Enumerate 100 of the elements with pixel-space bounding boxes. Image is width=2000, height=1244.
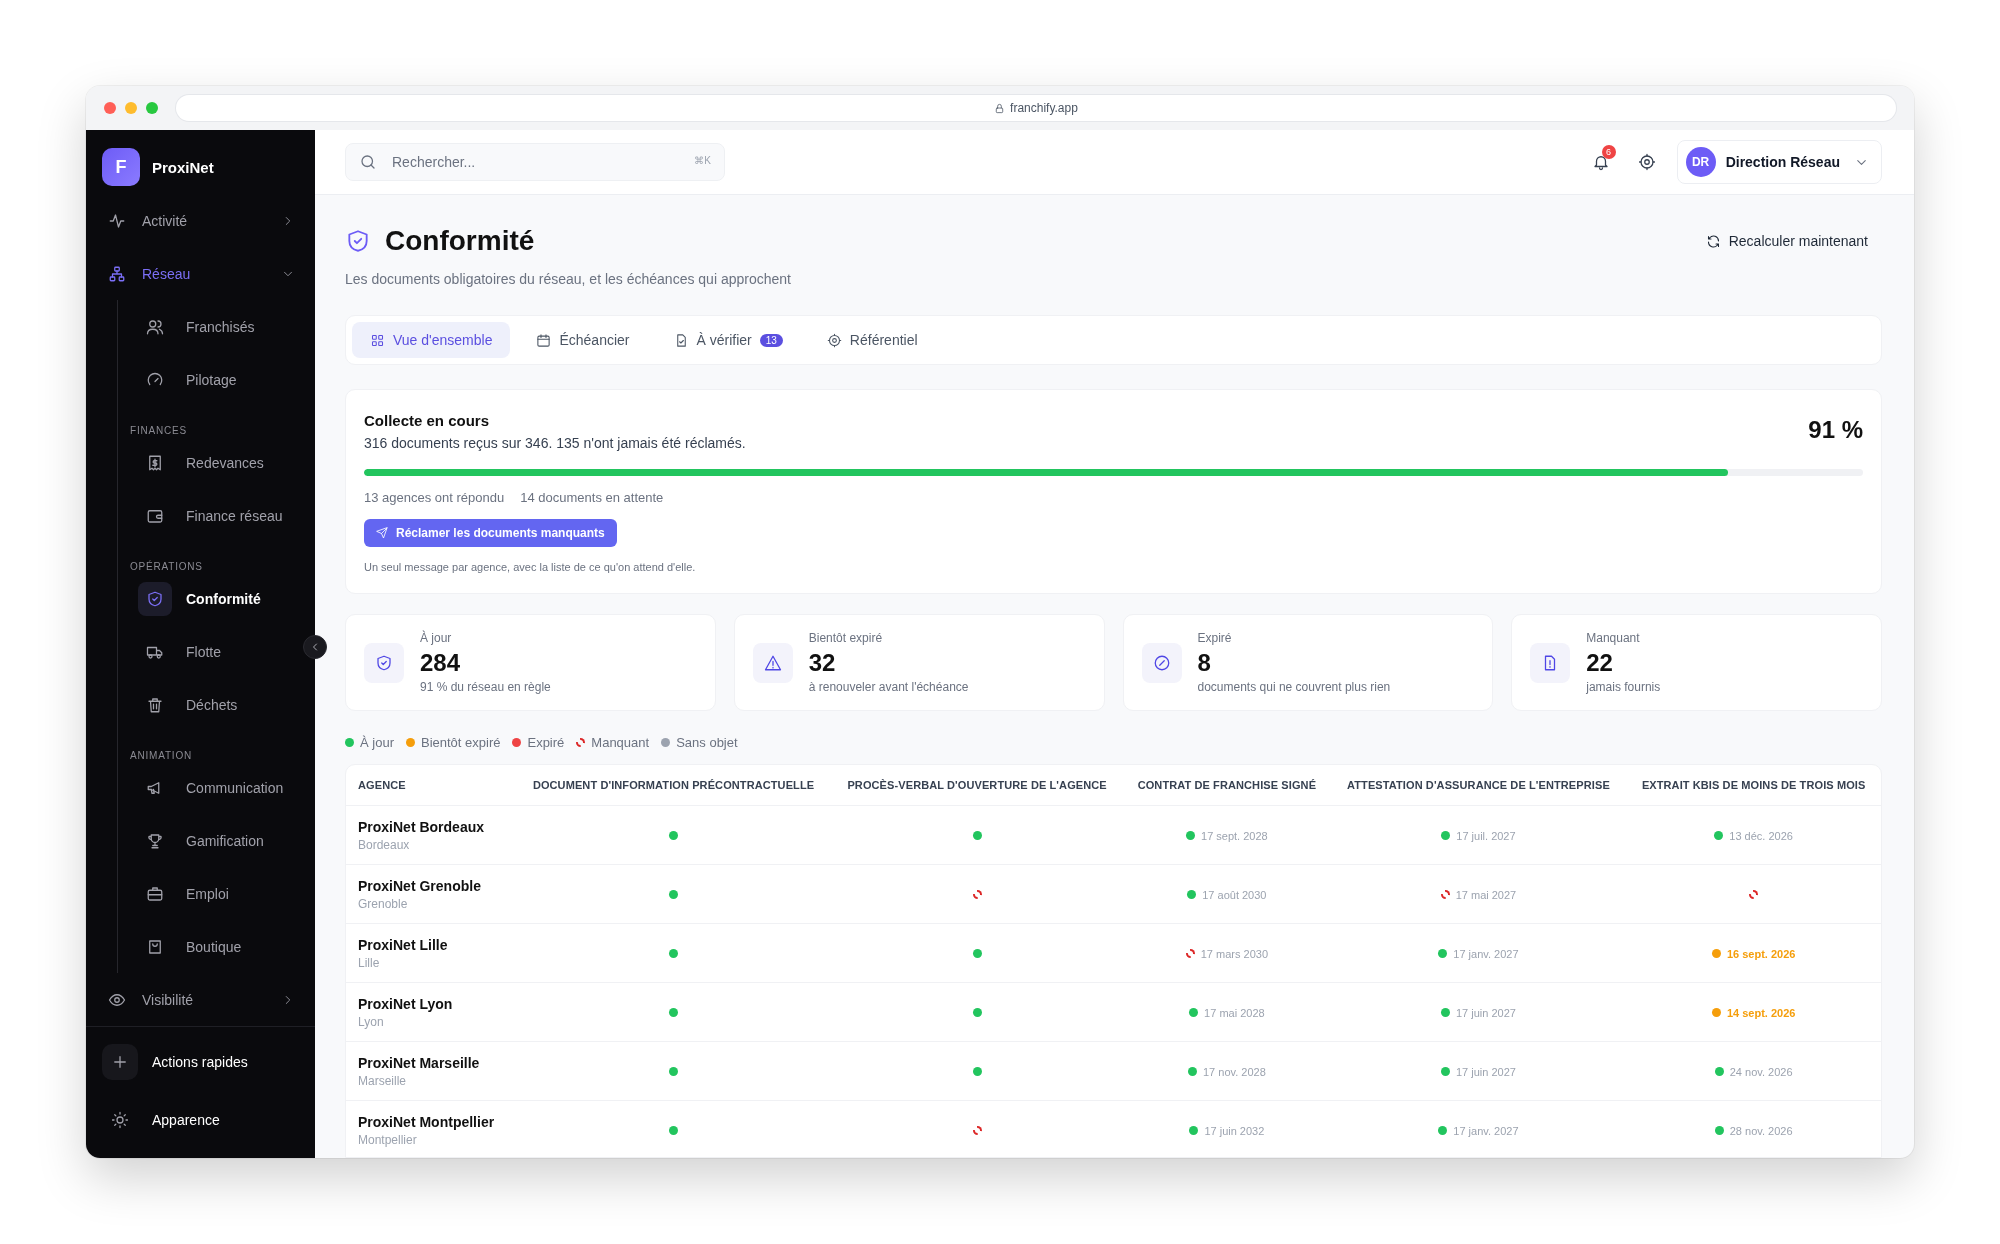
claim-button[interactable]: Réclamer les documents manquants xyxy=(364,519,617,547)
legend-label: Manquant xyxy=(591,735,650,750)
sidebar-item[interactable]: Boutique xyxy=(138,920,299,973)
expiry-date: 17 juin 2027 xyxy=(1455,1065,1516,1078)
expiry-date: 17 nov. 2028 xyxy=(1202,1065,1266,1078)
stat-value: 284 xyxy=(420,649,462,677)
column-header: ATTESTATION D'ASSURANCE DE L'ENTREPRISE xyxy=(1330,765,1627,806)
search-icon xyxy=(359,153,377,171)
pulse-icon xyxy=(108,211,126,230)
expiry-date: 17 août 2030 xyxy=(1202,888,1267,901)
sidebar-item[interactable]: Réseau xyxy=(102,247,299,300)
sidebar-item[interactable]: Visibilité xyxy=(102,973,299,1026)
sidebar-item[interactable]: Franchisés xyxy=(138,300,299,353)
sidebar-item[interactable]: Emploi xyxy=(138,867,299,920)
refresh-icon xyxy=(1705,233,1721,249)
shield-icon xyxy=(146,589,164,608)
sidebar-item[interactable]: Conformité xyxy=(138,572,299,625)
card-title: Collecte en cours xyxy=(364,412,491,429)
agency-city: Marseille xyxy=(358,1073,407,1088)
stat-caption: 91 % du réseau en règle xyxy=(420,680,551,694)
legend-label: Sans objet xyxy=(676,735,738,750)
stat-label: Bientôt expiré xyxy=(808,631,884,645)
stat-value: 22 xyxy=(1586,649,1614,677)
column-header: CONTRAT DE FRANCHISE SIGNÉ xyxy=(1123,765,1331,806)
hierarchy-icon xyxy=(108,264,126,283)
section-heading: OPÉRATIONS xyxy=(130,559,204,572)
settings-icon xyxy=(1637,153,1656,171)
sidebar-item[interactable]: Gamification xyxy=(138,814,299,867)
column-header: PROCÈS-VERBAL D'OUVERTURE DE L'AGENCE xyxy=(831,765,1124,806)
brand-logo: F xyxy=(102,148,140,186)
send-icon xyxy=(376,527,388,539)
expiry-date: 17 mai 2027 xyxy=(1455,888,1517,901)
sidebar-item[interactable]: Apparence xyxy=(102,1091,299,1149)
slash-circle-icon xyxy=(1152,653,1171,672)
expiry-date: 24 nov. 2026 xyxy=(1729,1065,1793,1078)
stat-caption: à renouveler avant l'échéance xyxy=(808,680,969,694)
tab[interactable]: À vérifier 13 xyxy=(655,322,801,358)
section-heading: FINANCES xyxy=(130,424,188,436)
stat-value: 32 xyxy=(808,649,837,677)
agency-city: Bordeaux xyxy=(358,837,411,852)
people-icon xyxy=(146,317,164,336)
sidebar-item[interactable]: Actions rapides xyxy=(102,1033,299,1091)
sidebar-item[interactable]: Déchets xyxy=(138,678,299,731)
minimize-window-button[interactable] xyxy=(125,102,137,114)
collapse-sidebar-button[interactable] xyxy=(303,635,327,659)
shield-icon xyxy=(345,228,371,254)
column-header: EXTRAIT KBIS DE MOINS DE TROIS MOIS xyxy=(1626,765,1881,806)
tab[interactable]: Référentiel xyxy=(808,322,936,358)
column-header: AGENCE xyxy=(346,765,516,806)
sidebar-item[interactable]: Flotte xyxy=(138,625,299,678)
plus-icon xyxy=(111,1053,129,1071)
recalculate-button[interactable]: Recalculer maintenant xyxy=(1691,227,1882,255)
trash-icon xyxy=(146,695,164,714)
stat-value: 8 xyxy=(1197,649,1212,677)
expiry-date: 17 mars 2030 xyxy=(1200,947,1268,960)
sidebar-item[interactable]: Redevances xyxy=(138,436,299,489)
agency-name: ProxiNet Lille xyxy=(358,936,449,953)
stat-label: Expiré xyxy=(1197,631,1233,645)
shield-icon xyxy=(375,653,393,672)
sidebar-item[interactable]: Activité xyxy=(102,194,299,247)
agency-city: Lille xyxy=(358,955,381,970)
stat-label: À jour xyxy=(420,631,453,645)
legend-label: À jour xyxy=(360,735,394,750)
stat-caption: jamais fournis xyxy=(1586,680,1661,694)
stat-caption: documents qui ne couvrent plus rien xyxy=(1197,680,1391,694)
agency-name: ProxiNet Marseille xyxy=(358,1054,481,1071)
user-avatar: DR xyxy=(1685,147,1716,177)
agency-name: ProxiNet Lyon xyxy=(358,995,454,1012)
sidebar-item[interactable]: Pilotage xyxy=(138,353,299,406)
sidebar-item[interactable]: Communication xyxy=(138,761,299,814)
address-bar[interactable]: franchify.app xyxy=(176,95,1896,121)
bag-icon xyxy=(146,937,164,956)
notifications-button[interactable]: 6 xyxy=(1584,146,1617,178)
page-subtitle: Les documents obligatoires du réseau, et les échéances qui approchent xyxy=(345,271,792,287)
user-menu[interactable]: DR Direction Réseau xyxy=(1676,140,1882,184)
legend-label: Bientôt expiré xyxy=(420,735,501,750)
maximize-window-button[interactable] xyxy=(146,102,158,114)
expiry-date: 17 sept. 2028 xyxy=(1201,829,1268,842)
expiry-date: 17 janv. 2027 xyxy=(1453,1124,1519,1137)
expiry-date: 17 juil. 2027 xyxy=(1456,829,1516,842)
settings-icon xyxy=(826,332,842,348)
section-heading: ANIMATION xyxy=(130,749,193,761)
expiry-date: 17 mai 2028 xyxy=(1204,1006,1265,1019)
tab[interactable]: Échéancier xyxy=(518,322,648,358)
agency-name: ProxiNet Bordeaux xyxy=(358,818,486,835)
expiry-date: 17 janv. 2027 xyxy=(1453,947,1519,960)
help-note: Un seul message par agence, avec la liste de ce qu'on attend d'elle. xyxy=(364,561,696,573)
column-header: DOCUMENT D'INFORMATION PRÉCONTRACTUELLE xyxy=(516,765,832,806)
sidebar-item[interactable]: Finance réseau xyxy=(138,489,299,542)
collection-stat: 14 documents en attente xyxy=(520,490,664,505)
legend-label: Expiré xyxy=(527,735,565,750)
agency-city: Lyon xyxy=(358,1014,385,1029)
sun-icon xyxy=(111,1111,129,1129)
receipt-icon xyxy=(146,453,164,472)
expiry-date: 17 juin 2032 xyxy=(1204,1124,1265,1137)
bell-icon xyxy=(1591,153,1610,171)
tab[interactable]: Vue d'ensemble xyxy=(352,322,511,358)
close-window-button[interactable] xyxy=(104,102,116,114)
count-badge: 13 xyxy=(759,333,783,347)
expiry-date: 17 juin 2027 xyxy=(1455,1006,1516,1019)
